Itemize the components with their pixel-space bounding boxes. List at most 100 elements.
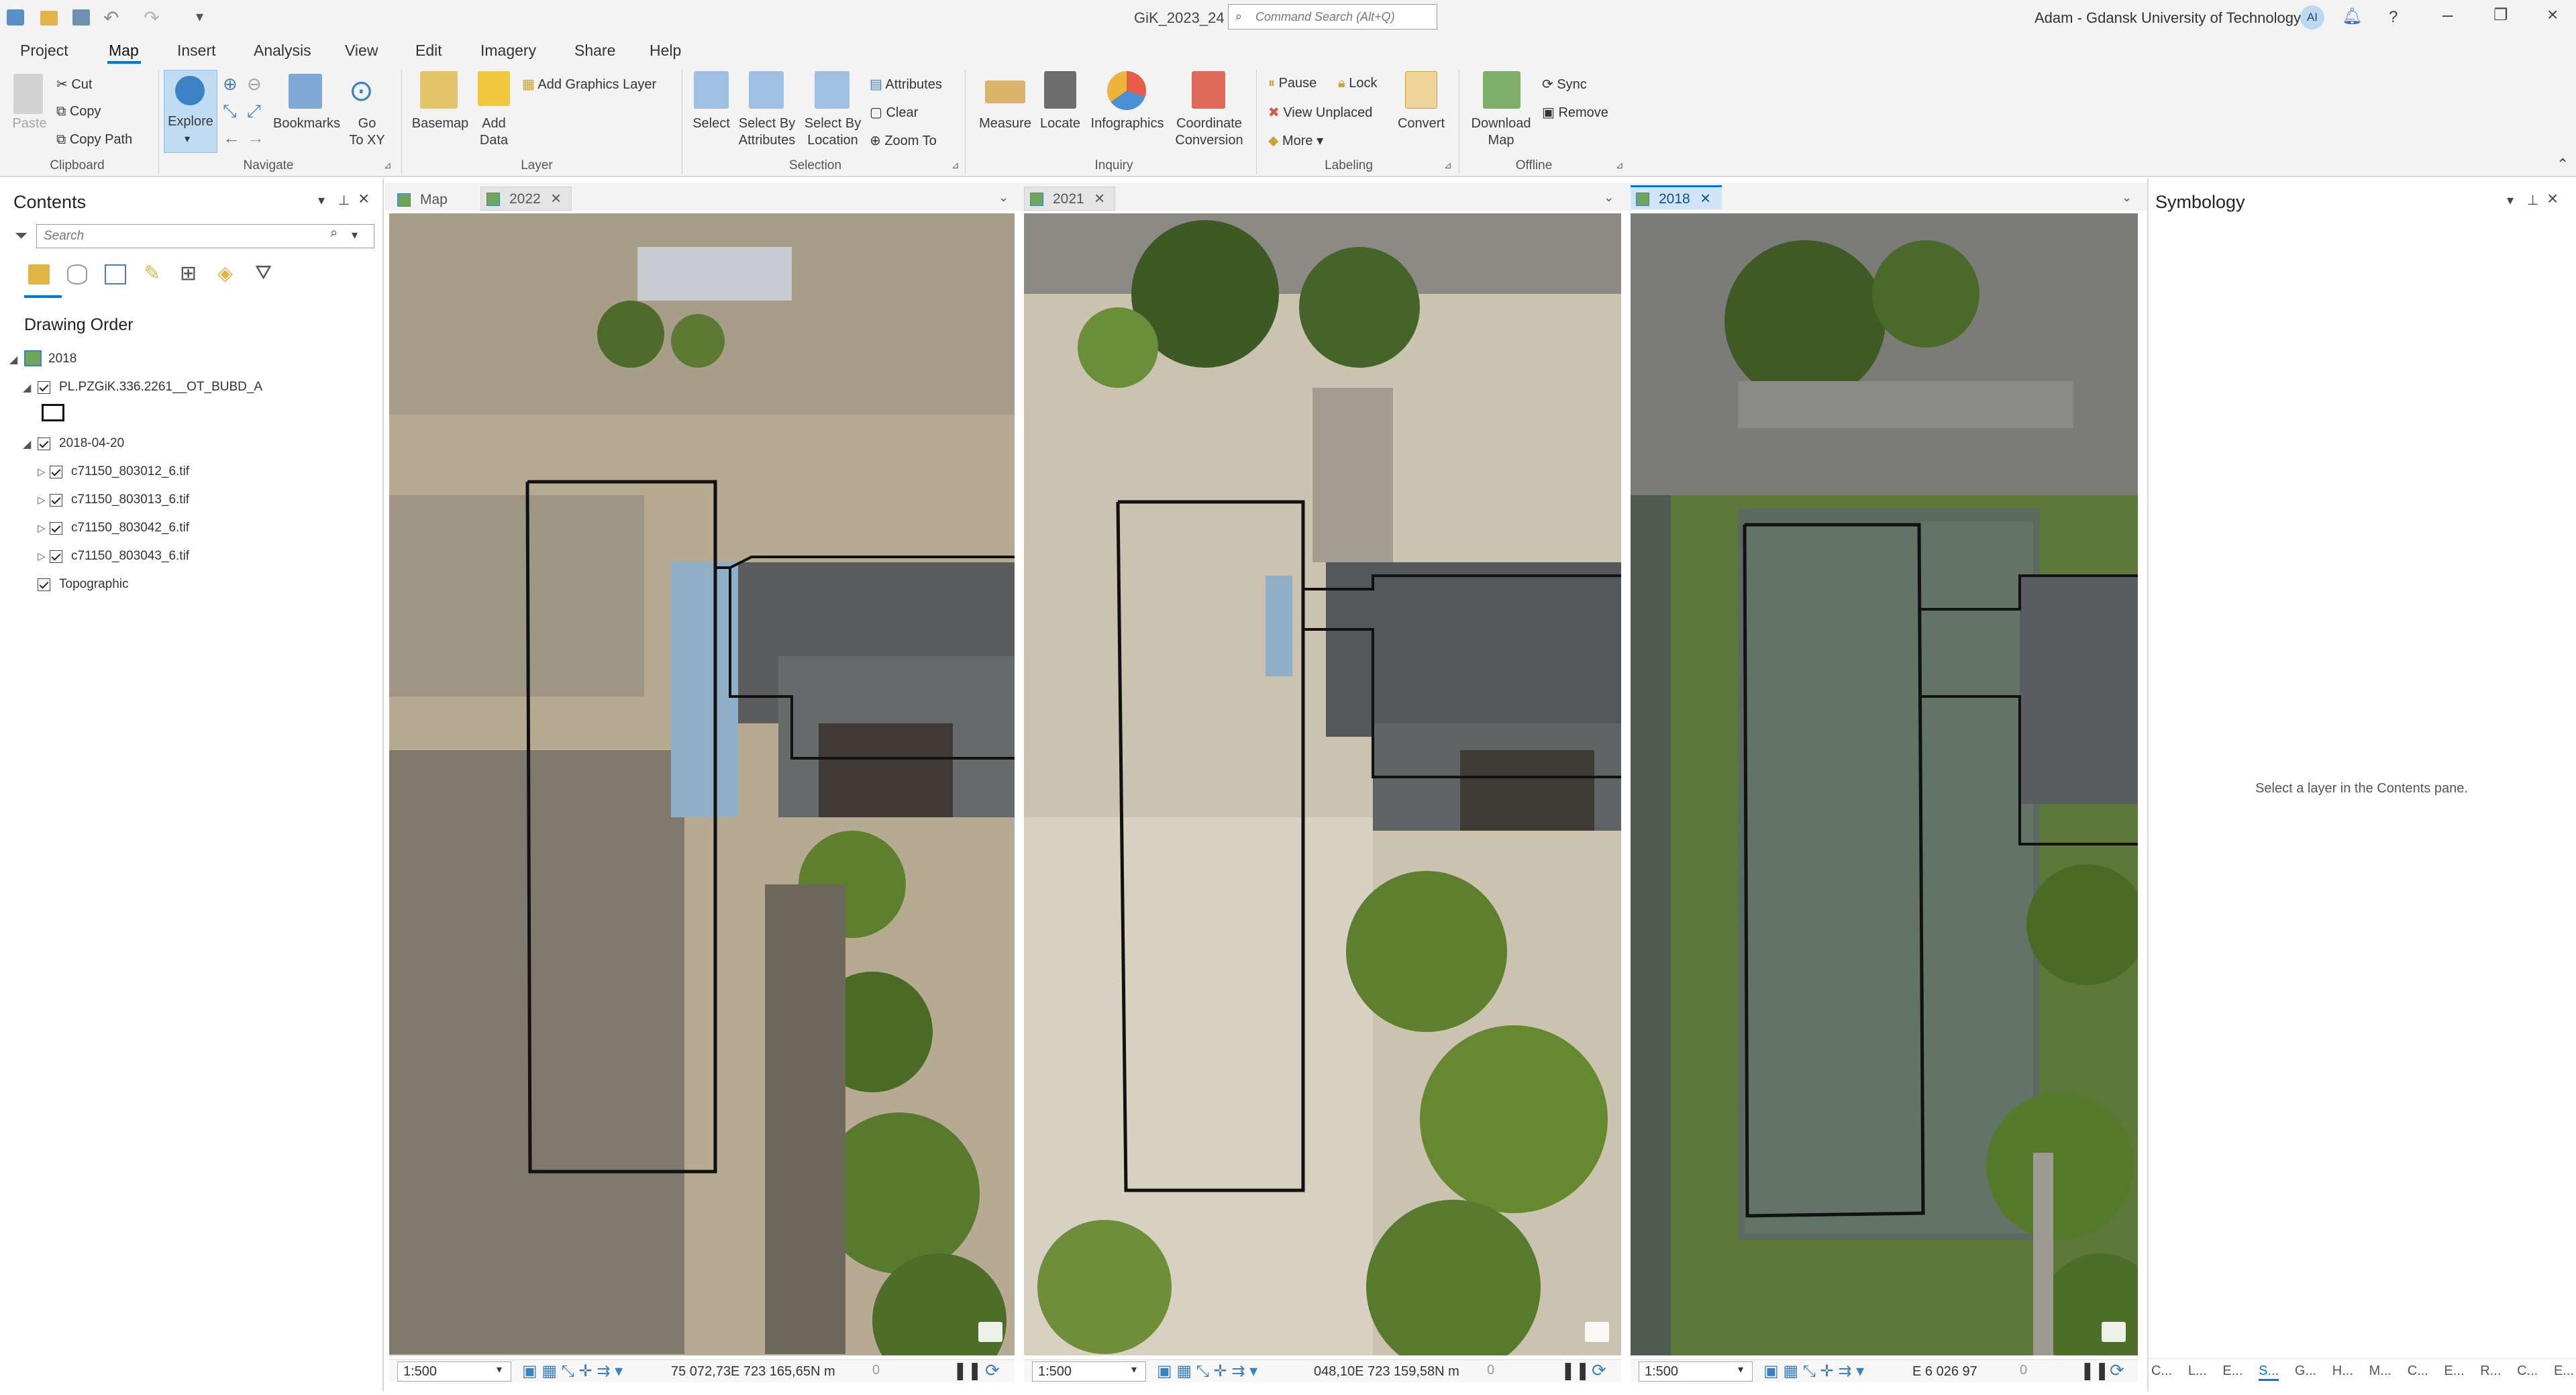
close-pane-icon[interactable]: × (358, 188, 369, 209)
close-pane-icon[interactable]: × (2547, 188, 2558, 209)
pane-tab[interactable]: C... (2517, 1363, 2538, 1381)
convert-icon[interactable] (1405, 71, 1437, 109)
tree-raster-1[interactable]: c71150_803012_6.tif (71, 464, 189, 479)
full-extent-icon[interactable]: ⤡ (223, 101, 237, 122)
list-by-editing-icon[interactable]: ✎ (144, 262, 160, 285)
map-view-2021[interactable] (1024, 213, 1621, 1355)
tab-list-icon[interactable]: ⌄ (998, 191, 1009, 205)
explore-button[interactable]: Explore ▾ (164, 70, 217, 153)
measure-button[interactable]: Measure (972, 115, 1039, 132)
clear-button[interactable]: ▢ Clear (870, 104, 918, 121)
convert-button[interactable]: Convert (1392, 115, 1451, 132)
list-by-selection-icon[interactable] (105, 264, 126, 285)
binoculars-icon[interactable] (1044, 71, 1076, 109)
select-by-attributes-icon[interactable] (749, 71, 784, 109)
tab-share[interactable]: Share (574, 42, 615, 60)
attributes-button[interactable]: ▤ Attributes (870, 76, 942, 93)
previous-extent-icon[interactable]: ← (223, 127, 240, 148)
map-tips-icon[interactable] (2102, 1322, 2126, 1342)
pause-drawing-icon[interactable]: ❚❚ (2080, 1360, 2110, 1381)
tab-view[interactable]: View (345, 42, 378, 60)
paste-button[interactable]: Paste (9, 115, 50, 132)
pane-tab[interactable]: G... (2295, 1363, 2316, 1381)
next-extent-icon[interactable]: → (247, 127, 264, 148)
restore-icon[interactable]: ❐ (2493, 5, 2508, 25)
infographics-button[interactable]: Infographics (1086, 115, 1169, 132)
tab-2018[interactable]: 2018 × (1631, 185, 1722, 209)
coordinate-conversion-button[interactable]: Coordinate Conversion (1170, 115, 1248, 149)
cut-button[interactable]: ✂ Cut (56, 76, 92, 93)
zoom-in-icon[interactable]: ⊕ (223, 74, 238, 95)
raster-visibility-checkbox[interactable] (50, 466, 62, 478)
pane-tab-symbology[interactable]: S... (2259, 1363, 2279, 1381)
pane-tab[interactable]: H... (2332, 1363, 2353, 1381)
collapse-ribbon-icon[interactable]: ⌃ (2557, 156, 2569, 173)
bookmarks-button[interactable]: Bookmarks (271, 115, 342, 132)
tree-map-2018[interactable]: 2018 (48, 352, 76, 366)
scale-selector[interactable]: 1:500 (1032, 1361, 1146, 1382)
group-visibility-checkbox[interactable] (38, 437, 50, 450)
tab-edit[interactable]: Edit (415, 42, 442, 60)
navigation-tools-icon[interactable]: ▣ ▦ ⤡ ✛ ⇉ ▾ (522, 1361, 623, 1381)
pane-tab[interactable]: C... (2408, 1363, 2428, 1381)
measure-icon[interactable] (985, 81, 1025, 103)
raster-visibility-checkbox[interactable] (50, 550, 62, 563)
view-unplaced-button[interactable]: ✖ View Unplaced (1268, 104, 1372, 121)
tab-2022[interactable]: 2022 × (480, 187, 572, 211)
more-button[interactable]: ◆ More ▾ (1268, 132, 1323, 149)
select-icon[interactable] (694, 71, 729, 109)
filter-icon[interactable]: ⏷ (15, 227, 28, 246)
scale-selector[interactable]: 1:500 (1639, 1361, 1753, 1382)
chevron-down-icon[interactable]: ▾ (352, 228, 358, 242)
tree-layer-bubd[interactable]: PL.PZGiK.336.2261__OT_BUBD_A (59, 380, 262, 395)
close-tab-icon[interactable]: × (551, 186, 561, 210)
minimize-icon[interactable]: – (2442, 4, 2453, 25)
locate-button[interactable]: Locate (1033, 115, 1087, 132)
remove-button[interactable]: ▣ Remove (1542, 104, 1608, 121)
tab-analysis[interactable]: Analysis (254, 42, 311, 60)
pane-tab[interactable]: C... (2151, 1363, 2172, 1381)
contents-search-input[interactable] (36, 224, 374, 248)
map-tips-icon[interactable] (1585, 1322, 1609, 1342)
coordinate-conversion-icon[interactable] (1192, 71, 1225, 109)
tree-raster-4[interactable]: c71150_803043_6.tif (71, 549, 189, 564)
close-icon[interactable]: × (2547, 4, 2558, 25)
basemap-visibility-checkbox[interactable] (38, 578, 50, 591)
close-tab-icon[interactable]: × (1094, 186, 1104, 210)
collapse-icon[interactable]: ◢ (9, 353, 17, 366)
fixed-zoom-icon[interactable]: ⤢ (247, 101, 261, 122)
tab-2021[interactable]: 2021 × (1024, 187, 1115, 211)
go-to-xy-icon[interactable]: ⊙ (349, 74, 374, 108)
add-data-button[interactable]: Add Data (468, 115, 519, 149)
dialog-launcher-icon[interactable]: ⊿ (384, 160, 392, 171)
refresh-icon[interactable]: ⟳ (985, 1360, 1000, 1381)
download-map-icon[interactable] (1483, 71, 1521, 109)
polygon-symbol-swatch[interactable] (42, 404, 64, 421)
tab-imagery[interactable]: Imagery (480, 42, 536, 60)
pane-tab[interactable]: L... (2188, 1363, 2207, 1381)
dialog-launcher-icon[interactable]: ⊿ (951, 160, 960, 171)
expand-icon[interactable]: ▷ (38, 522, 46, 534)
expand-icon[interactable]: ▷ (38, 550, 46, 562)
add-data-icon[interactable] (478, 71, 510, 106)
list-by-snapping-icon[interactable]: ⊞ (180, 262, 197, 285)
download-map-button[interactable]: Download Map (1465, 115, 1537, 149)
list-by-source-icon[interactable] (67, 264, 87, 285)
list-by-labeling-icon[interactable]: ◈ (217, 262, 233, 285)
collapse-icon[interactable]: ◢ (23, 381, 31, 395)
layer-visibility-checkbox[interactable] (38, 381, 50, 394)
bookmarks-icon[interactable] (289, 74, 322, 109)
basemap-icon[interactable] (420, 71, 458, 109)
list-by-perspective-icon[interactable]: ⛛ (255, 262, 272, 285)
go-to-xy-button[interactable]: Go To XY (344, 115, 391, 149)
list-by-drawing-order-icon[interactable] (28, 264, 50, 285)
tab-project[interactable]: Project (20, 42, 68, 60)
pause-button[interactable]: ⏸ Pause (1268, 76, 1317, 91)
refresh-icon[interactable]: ⟳ (2110, 1360, 2124, 1381)
pane-tab[interactable]: R... (2480, 1363, 2501, 1381)
tree-raster-3[interactable]: c71150_803042_6.tif (71, 521, 189, 535)
pane-options-icon[interactable]: ▾ (2507, 192, 2514, 209)
select-by-location-button[interactable]: Select By Location (801, 115, 864, 149)
dialog-launcher-icon[interactable]: ⊿ (1444, 160, 1452, 171)
user-name[interactable]: Adam - Gdansk University of Technology (2034, 9, 2301, 27)
